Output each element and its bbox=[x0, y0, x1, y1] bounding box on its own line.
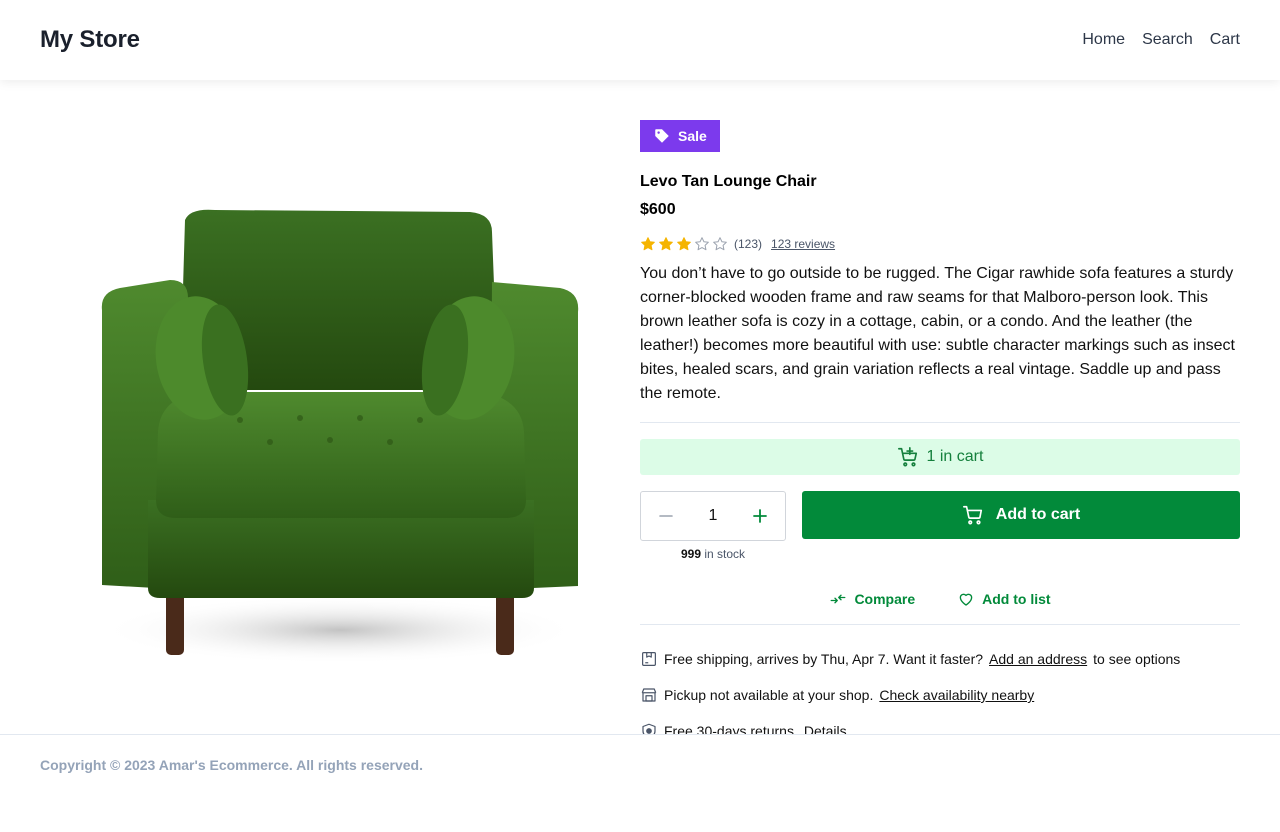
stock-label: in stock bbox=[701, 547, 746, 561]
star-filled-icon bbox=[677, 237, 691, 251]
star-rating bbox=[640, 236, 728, 252]
product-price: $600 bbox=[640, 201, 676, 218]
main-nav: Home Search Cart bbox=[1082, 31, 1240, 49]
star-filled-icon bbox=[641, 237, 655, 251]
store-icon bbox=[641, 688, 657, 702]
compare-button[interactable]: Compare bbox=[829, 590, 915, 608]
decrease-quantity-button[interactable] bbox=[655, 505, 677, 527]
stock-count: 999 bbox=[680, 547, 701, 561]
rating-count: (123) bbox=[734, 237, 763, 251]
product-title: Levo Tan Lounge Chair bbox=[640, 173, 817, 190]
secondary-actions: Compare Add to list bbox=[640, 590, 1240, 608]
cart-icon bbox=[962, 505, 982, 525]
add-to-list-button[interactable]: Add to list bbox=[957, 590, 1051, 608]
star-empty-icon bbox=[695, 237, 709, 251]
quantity-value[interactable]: 1 bbox=[709, 507, 718, 525]
delivery-info: Free shipping, arrives by Thu, Apr 7. Wa… bbox=[640, 641, 1240, 749]
nav-search[interactable]: Search bbox=[1142, 31, 1193, 49]
plus-icon bbox=[753, 509, 767, 523]
heart-icon bbox=[959, 593, 973, 606]
shipping-text: Free shipping, arrives by Thu, Apr 7. Wa… bbox=[664, 651, 984, 667]
in-cart-banner: 1 in cart bbox=[640, 439, 1240, 475]
copyright-text: Copyright © 2023 Amar's Ecommerce. All r… bbox=[40, 757, 423, 773]
quantity-block: 1 999 in stock bbox=[640, 491, 786, 561]
add-to-cart-label: Add to cart bbox=[995, 506, 1081, 523]
star-filled-icon bbox=[659, 237, 673, 251]
cart-check-icon bbox=[897, 447, 917, 467]
star-empty-icon bbox=[713, 237, 727, 251]
shipping-box-icon bbox=[642, 652, 656, 666]
pickup-info: Pickup not available at your shop. Check… bbox=[640, 677, 1240, 713]
increase-quantity-button[interactable] bbox=[749, 505, 771, 527]
compare-label: Compare bbox=[854, 591, 916, 607]
minus-icon bbox=[659, 515, 673, 517]
pickup-text: Pickup not available at your shop. bbox=[664, 687, 874, 703]
stock-info: 999 in stock bbox=[640, 547, 786, 561]
divider bbox=[640, 624, 1240, 625]
nav-home[interactable]: Home bbox=[1082, 31, 1125, 49]
shipping-suffix: to see options bbox=[1093, 651, 1181, 667]
tag-icon bbox=[655, 129, 669, 143]
site-footer: Copyright © 2023 Amar's Ecommerce. All r… bbox=[0, 734, 1280, 832]
add-address-link[interactable]: Add an address bbox=[989, 651, 1087, 667]
store-logo[interactable]: My Store bbox=[40, 26, 140, 54]
in-cart-label: 1 in cart bbox=[926, 448, 984, 465]
sale-badge: Sale bbox=[640, 120, 720, 152]
check-availability-link[interactable]: Check availability nearby bbox=[879, 687, 1034, 703]
add-to-list-label: Add to list bbox=[982, 591, 1051, 607]
product-image bbox=[40, 120, 600, 720]
site-header: My Store Home Search Cart bbox=[0, 0, 1280, 80]
add-to-cart-button[interactable]: Add to cart bbox=[802, 491, 1240, 539]
product-details: Sale Levo Tan Lounge Chair $600 (123) 12… bbox=[640, 120, 1240, 749]
reviews-link[interactable]: 123 reviews bbox=[771, 237, 835, 251]
compare-arrows-icon bbox=[831, 594, 846, 604]
shipping-info: Free shipping, arrives by Thu, Apr 7. Wa… bbox=[640, 641, 1240, 677]
product-rating: (123) 123 reviews bbox=[640, 234, 1240, 254]
sale-badge-label: Sale bbox=[678, 128, 707, 144]
divider bbox=[640, 422, 1240, 423]
nav-cart[interactable]: Cart bbox=[1210, 31, 1240, 49]
product-description: You don’t have to go outside to be rugge… bbox=[640, 265, 1235, 402]
purchase-row: 1 999 in stock Add to cart bbox=[640, 491, 1240, 561]
quantity-stepper: 1 bbox=[640, 491, 786, 541]
